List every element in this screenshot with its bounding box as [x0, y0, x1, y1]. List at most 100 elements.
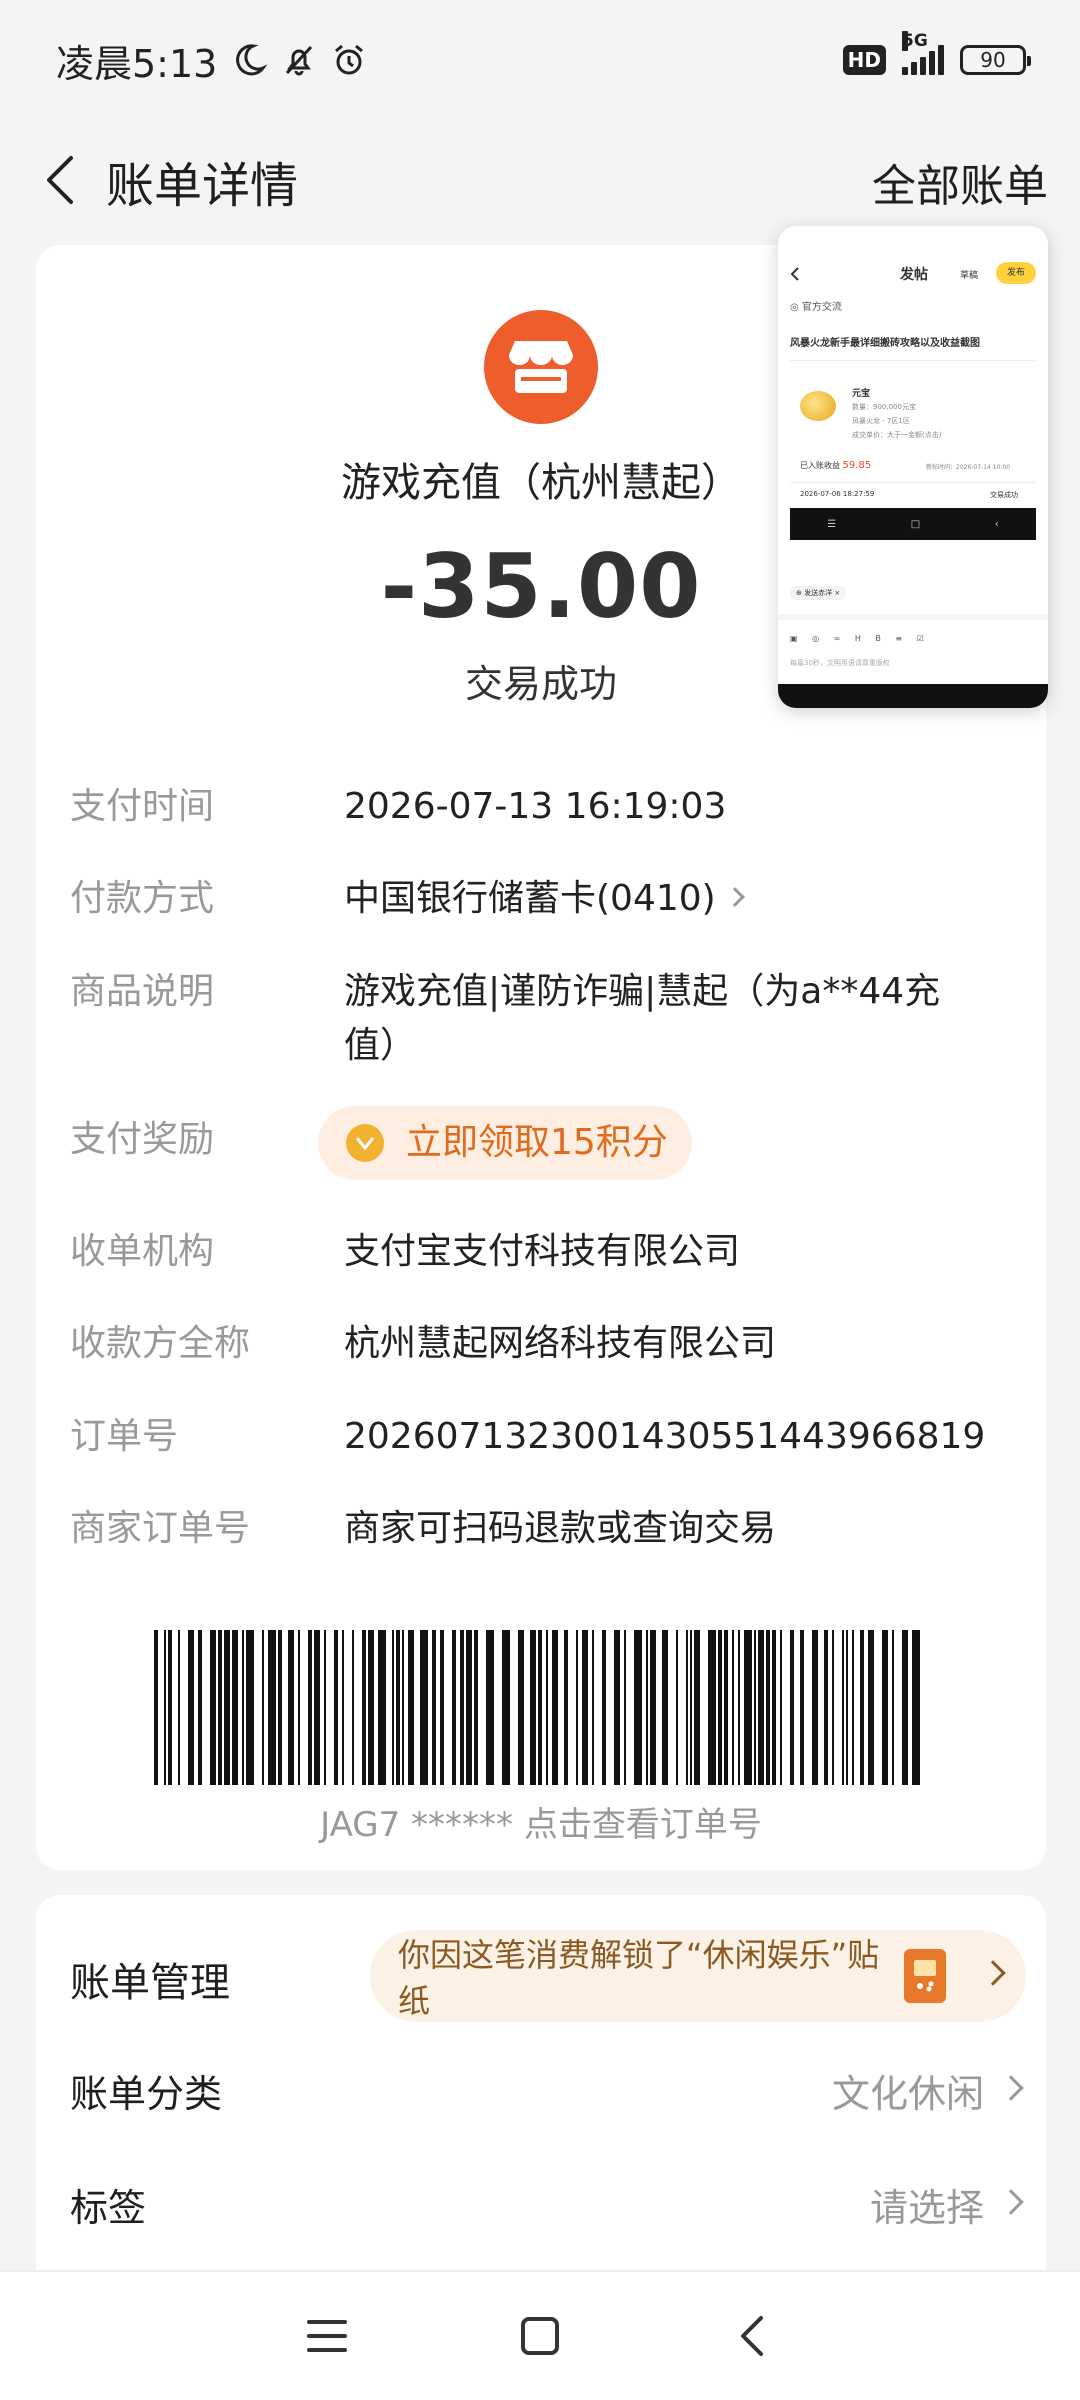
- detail-label: 收单机构: [70, 1231, 215, 1272]
- barcode-bar: [868, 1630, 874, 1785]
- bill-category-row[interactable]: 账单分类 文化休闲: [70, 2063, 1024, 2118]
- barcode-bar: [538, 1630, 542, 1785]
- barcode-bar: [564, 1630, 568, 1785]
- barcode-bar: [314, 1630, 320, 1785]
- page-title: 账单详情: [106, 158, 299, 214]
- barcode-bar: [552, 1630, 558, 1785]
- thumb-item-line3: 成交单价：大于一金额(点击): [852, 431, 942, 439]
- system-nav-bar: [0, 2270, 1080, 2400]
- chevron-left-icon: [47, 156, 73, 204]
- chevron-right-icon: [998, 2074, 1024, 2101]
- tag-label: 标签: [70, 2186, 147, 2230]
- barcode-bar: [646, 1630, 648, 1785]
- barcode-bar: [744, 1630, 752, 1785]
- barcode-bar: [892, 1630, 894, 1785]
- signal-icon: 5G: [902, 31, 944, 75]
- barcode-bar: [576, 1630, 578, 1785]
- barcode-bar: [420, 1630, 428, 1785]
- thumb-divider: [790, 482, 1036, 483]
- barcode-bar: [718, 1630, 722, 1785]
- barcode-bar: [766, 1630, 770, 1785]
- detail-value-wrap: 中国银行储蓄卡(0410): [340, 872, 1030, 926]
- barcode-caption[interactable]: JAG7 ****** 点击查看订单号: [36, 1797, 1046, 1846]
- barcode-bar: [690, 1630, 692, 1785]
- barcode-bar: [154, 1630, 158, 1785]
- bell-muted-icon: [286, 45, 313, 76]
- all-bills-link[interactable]: 全部账单: [872, 150, 1048, 214]
- barcode-bar: [188, 1630, 194, 1785]
- barcode-bar: [614, 1630, 620, 1785]
- network-type: 5G: [902, 31, 928, 51]
- order-barcode[interactable]: [154, 1630, 924, 1785]
- back-icon: ‹: [994, 518, 999, 530]
- barcode-bar: [474, 1630, 478, 1785]
- thumb-post-title: 风暴火龙新手最详细搬砖攻略以及收益截图: [790, 338, 980, 349]
- detail-row-pay-time: 支付时间 2026-07-13 16:19:03: [70, 780, 1030, 834]
- status-bar: 凌晨5:13 HD 5G 90: [0, 0, 1080, 120]
- thumb-draft: 草稿: [960, 271, 979, 281]
- barcode-bar: [198, 1630, 202, 1785]
- barcode-bar: [396, 1630, 400, 1785]
- detail-row-order-no: 订单号 2026071323001430551443966819: [70, 1410, 1030, 1464]
- alarm-icon: [335, 44, 364, 75]
- store-icon: [484, 310, 598, 424]
- thumb-bottom-bar: [778, 684, 1048, 708]
- thumb-toolbar: ▣ ◎ ∞ H B ≡ ☑: [790, 634, 930, 643]
- floating-preview-window[interactable]: 发帖 草稿 发布 ◎ 官方交流 风暴火龙新手最详细搬砖攻略以及收益截图 元宝 数…: [778, 226, 1048, 708]
- detail-row-payment-method[interactable]: 付款方式 中国银行储蓄卡(0410): [70, 872, 1030, 926]
- back-button[interactable]: [30, 148, 90, 212]
- thumb-publish-button: 发布: [996, 262, 1036, 284]
- barcode-bar: [694, 1630, 700, 1785]
- barcode-bar: [486, 1630, 494, 1785]
- barcode-bar: [772, 1630, 776, 1785]
- system-back-button[interactable]: [723, 2306, 783, 2366]
- reward-text: 立即领取15积分: [406, 1122, 668, 1163]
- barcode-bar: [402, 1630, 404, 1785]
- barcode-bar: [708, 1630, 716, 1785]
- home-button[interactable]: [510, 2306, 570, 2366]
- bill-tag-row[interactable]: 标签 请选择: [70, 2177, 1024, 2232]
- detail-row-payee: 收款方全称 杭州慧起网络科技有限公司: [70, 1317, 1030, 1371]
- barcode-bar: [592, 1630, 594, 1785]
- sticker-text: 你因这笔消费解锁了“休闲娱乐”贴纸: [398, 1936, 880, 2020]
- chevron-left-icon: [790, 267, 799, 281]
- barcode-bar: [724, 1630, 728, 1785]
- barcode-bar: [460, 1630, 464, 1785]
- barcode-bar: [860, 1630, 864, 1785]
- reward-coin-icon: [346, 1124, 384, 1162]
- barcode-bar: [342, 1630, 344, 1785]
- barcode-bar: [246, 1630, 254, 1785]
- barcode-bar: [210, 1630, 216, 1785]
- category-value: 文化休闲: [831, 2072, 984, 2116]
- barcode-bar: [178, 1630, 180, 1785]
- battery-icon: 90: [960, 45, 1031, 75]
- claim-points-button[interactable]: 立即领取15积分: [318, 1106, 692, 1180]
- detail-label: 付款方式: [70, 878, 215, 919]
- barcode-bar: [466, 1630, 472, 1785]
- chevron-right-icon: [724, 887, 745, 907]
- detail-label: 支付时间: [70, 786, 215, 827]
- barcode-bar: [824, 1630, 828, 1785]
- detail-value: 商家可扫码退款或查询交易: [344, 1508, 777, 1549]
- battery-level: 90: [980, 48, 1006, 72]
- bill-management-card: 账单管理 你因这笔消费解锁了“休闲娱乐”贴纸 账单分类 文化休闲 标签 请选择: [36, 1895, 1046, 2295]
- moon-icon: [236, 44, 268, 76]
- barcode-bar: [324, 1630, 326, 1785]
- manage-title: 账单管理: [70, 1960, 230, 2006]
- chevron-right-icon: [980, 1960, 1006, 1986]
- thumb-row-date: 2026-07-06 18:27:59: [800, 490, 875, 498]
- barcode-bar: [164, 1630, 166, 1785]
- barcode-bar: [308, 1630, 312, 1785]
- barcode-bar: [686, 1630, 688, 1785]
- thumb-item-line2: 风暴火龙 - 7区1区: [852, 417, 910, 425]
- detail-value: 中国银行储蓄卡(0410): [344, 878, 716, 919]
- header: 账单详情 全部账单: [0, 120, 1080, 238]
- detail-label: 商家订单号: [70, 1508, 251, 1549]
- barcode-bar: [218, 1630, 222, 1785]
- detail-label: 支付奖励: [70, 1119, 215, 1160]
- sticker-unlock-banner[interactable]: 你因这笔消费解锁了“休闲娱乐”贴纸: [370, 1930, 1026, 2022]
- barcode-bar: [392, 1630, 394, 1785]
- thumb-earned-label: 已入账收益: [800, 461, 840, 470]
- barcode-bar: [634, 1630, 642, 1785]
- menu-button[interactable]: [297, 2306, 357, 2366]
